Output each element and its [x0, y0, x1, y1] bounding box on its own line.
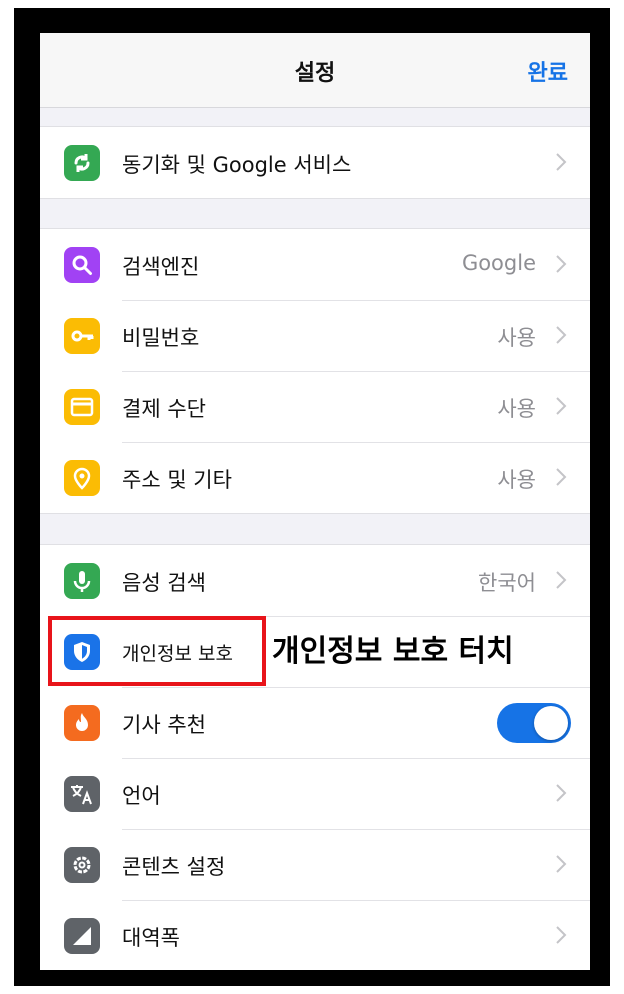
chevron-right-icon [556, 784, 567, 802]
chevron-right-icon [556, 153, 567, 171]
navigation-bar: 설정 완료 [40, 33, 590, 108]
chevron-right-icon [556, 926, 567, 944]
settings-row-label: 비밀번호 [122, 326, 200, 350]
settings-row-value: 사용 [497, 326, 536, 350]
toggle-knob [534, 706, 568, 740]
settings-row-label: 대역폭 [122, 926, 180, 950]
chevron-right-icon [556, 397, 567, 415]
chevron-right-icon [556, 571, 567, 589]
translate-icon [64, 776, 100, 812]
settings-row-sync[interactable]: 동기화 및 Google 서비스 [40, 127, 590, 198]
done-button[interactable]: 완료 [528, 55, 568, 87]
key-icon [64, 318, 100, 354]
tutorial-annotation: 개인정보 보호 터치 [272, 634, 514, 669]
article-suggestions-toggle[interactable] [497, 703, 571, 743]
settings-row-label: 주소 및 기타 [122, 468, 232, 492]
settings-row-article-suggestions[interactable]: 기사 추천 [40, 687, 590, 758]
chevron-right-icon [556, 255, 567, 273]
settings-row-value: 사용 [497, 468, 536, 492]
settings-row-label: 음성 검색 [122, 571, 206, 595]
settings-screen: 설정 완료 동기화 및 Google 서비스 검색엔진 Google 비밀번호 … [40, 33, 590, 970]
bandwidth-icon [64, 918, 100, 954]
gear-icon [64, 847, 100, 883]
search-icon [64, 247, 100, 283]
chevron-right-icon [556, 468, 567, 486]
settings-row-passwords[interactable]: 비밀번호 사용 [40, 300, 590, 371]
chevron-right-icon [556, 326, 567, 344]
settings-row-voice-search[interactable]: 음성 검색 한국어 [40, 545, 590, 616]
settings-group-sync: 동기화 및 Google 서비스 [40, 126, 590, 199]
settings-row-label: 검색엔진 [122, 255, 200, 279]
privacy-highlight-box [48, 616, 266, 686]
settings-row-value: Google [461, 251, 536, 275]
sync-icon [64, 145, 100, 181]
settings-row-label: 언어 [122, 784, 161, 808]
credit-card-icon [64, 389, 100, 425]
settings-row-languages[interactable]: 언어 [40, 758, 590, 829]
settings-row-bandwidth[interactable]: 대역폭 [40, 900, 590, 970]
microphone-icon [64, 563, 100, 599]
settings-group-general: 음성 검색 한국어 개인정보 보호 기사 추천 언어 콘텐츠 설정 대역폭 [40, 544, 590, 970]
settings-row-value: 사용 [497, 397, 536, 421]
settings-row-search-engine[interactable]: 검색엔진 Google [40, 229, 590, 300]
settings-row-value: 한국어 [478, 571, 536, 595]
settings-row-label: 기사 추천 [122, 713, 206, 737]
settings-row-label: 콘텐츠 설정 [122, 855, 226, 879]
settings-row-label: 동기화 및 Google 서비스 [122, 153, 352, 177]
settings-row-addresses[interactable]: 주소 및 기타 사용 [40, 442, 590, 513]
settings-row-payment-methods[interactable]: 결제 수단 사용 [40, 371, 590, 442]
settings-row-label: 결제 수단 [122, 397, 206, 421]
settings-row-content-settings[interactable]: 콘텐츠 설정 [40, 829, 590, 900]
flame-icon [64, 705, 100, 741]
page-title: 설정 [294, 61, 336, 86]
location-pin-icon [64, 460, 100, 496]
settings-group-autofill: 검색엔진 Google 비밀번호 사용 결제 수단 사용 주소 및 기타 사용 [40, 228, 590, 514]
chevron-right-icon [556, 855, 567, 873]
